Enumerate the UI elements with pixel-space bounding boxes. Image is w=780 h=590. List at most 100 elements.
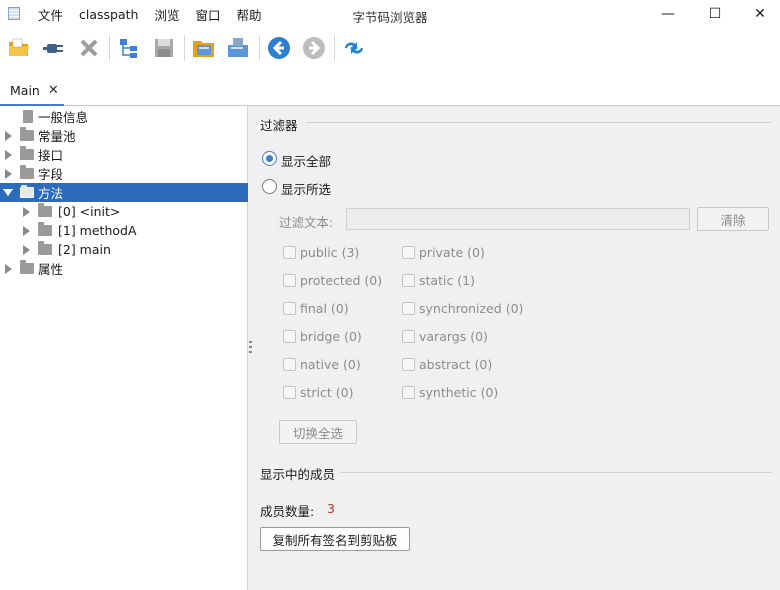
maximize-button[interactable]: ☐: [695, 0, 735, 28]
close-icon[interactable]: ✕: [48, 83, 59, 98]
public-label: public (3): [300, 245, 360, 260]
file-icon: [23, 110, 33, 123]
open-folder-icon: [20, 185, 34, 198]
expand-arrow-icon[interactable]: [5, 263, 12, 274]
protected-label: protected (0): [300, 273, 383, 288]
show-selected-radio[interactable]: [262, 179, 277, 194]
menu-window[interactable]: 窗口: [187, 5, 228, 24]
tree-item-method-methodA[interactable]: [1] methodA: [0, 221, 248, 240]
bridge-checkbox[interactable]: [283, 330, 296, 343]
private-checkbox[interactable]: [402, 246, 415, 259]
expand-arrow-icon[interactable]: [23, 225, 30, 236]
tree-item-label: [0] <init>: [58, 204, 121, 219]
tree-item-method-main[interactable]: [2] main: [0, 240, 248, 259]
tree-item-label: 属性: [38, 262, 64, 277]
synthetic-checkbox[interactable]: [402, 386, 415, 399]
minimize-button[interactable]: —: [648, 0, 688, 28]
tree-item-attributes[interactable]: 属性: [0, 259, 248, 278]
toolbar-separator: [334, 35, 335, 61]
final-label: final (0): [300, 301, 349, 316]
forward-icon[interactable]: [299, 33, 329, 63]
toolbar-separator: [184, 35, 185, 61]
remove-icon[interactable]: [74, 33, 104, 63]
tree-item-general-info[interactable]: 一般信息: [0, 107, 248, 126]
protected-checkbox[interactable]: [283, 274, 296, 287]
member-count-label: 成员数量:: [260, 504, 315, 519]
static-checkbox[interactable]: [402, 274, 415, 287]
save-icon[interactable]: [149, 33, 179, 63]
abstract-checkbox[interactable]: [402, 358, 415, 371]
native-label: native (0): [300, 357, 361, 372]
menu-classpath[interactable]: classpath: [71, 7, 146, 22]
section-divider: [306, 122, 772, 123]
tab-strip: Main ✕: [0, 68, 780, 106]
tab-main[interactable]: Main ✕: [0, 76, 64, 106]
strict-checkbox[interactable]: [283, 386, 296, 399]
tree-item-fields[interactable]: 字段: [0, 164, 248, 183]
synchronized-label: synchronized (0): [419, 301, 524, 316]
synchronized-checkbox[interactable]: [402, 302, 415, 315]
close-button[interactable]: ✕: [740, 0, 780, 28]
synthetic-label: synthetic (0): [419, 385, 499, 400]
strict-label: strict (0): [300, 385, 354, 400]
final-checkbox[interactable]: [283, 302, 296, 315]
tree-item-label: 接口: [38, 148, 64, 163]
tree-item-interfaces[interactable]: 接口: [0, 145, 248, 164]
plug-icon[interactable]: [39, 33, 69, 63]
folder-icon: [38, 241, 52, 255]
tree-item-method-init[interactable]: [0] <init>: [0, 202, 248, 221]
open-folder-icon[interactable]: [4, 33, 34, 63]
private-label: private (0): [419, 245, 485, 260]
tree-item-label: [1] methodA: [58, 223, 137, 238]
toolbar-separator: [109, 35, 110, 61]
abstract-label: abstract (0): [419, 357, 493, 372]
folder-icon: [20, 260, 34, 274]
show-all-radio[interactable]: [262, 151, 277, 166]
hierarchy-icon[interactable]: [114, 33, 144, 63]
section-divider: [340, 472, 772, 473]
folder-icon: [38, 203, 52, 217]
tree-item-label: 一般信息: [38, 110, 89, 125]
members-section-title: 显示中的成员: [260, 467, 336, 482]
refresh-icon[interactable]: [339, 33, 369, 63]
tree-item-constant-pool[interactable]: 常量池: [0, 126, 248, 145]
menu-bar: 文件 classpath 浏览 窗口 帮助: [30, 0, 270, 28]
tree-item-methods[interactable]: 方法: [0, 183, 248, 202]
toggle-all-button[interactable]: 切换全选: [279, 420, 357, 444]
expand-arrow-icon[interactable]: [5, 149, 12, 160]
expand-arrow-icon[interactable]: [5, 168, 12, 179]
show-selected-label: 显示所选: [281, 182, 332, 197]
tree-item-label: 字段: [38, 167, 64, 182]
toolbar-separator: [259, 35, 260, 61]
menu-help[interactable]: 帮助: [229, 5, 270, 24]
folder-icon: [20, 165, 34, 179]
member-count-value: 3: [327, 501, 335, 516]
filter-text-label: 过滤文本:: [279, 215, 334, 230]
expand-arrow-icon[interactable]: [5, 130, 12, 141]
public-checkbox[interactable]: [283, 246, 296, 259]
tree-item-label: 方法: [38, 186, 64, 201]
varargs-checkbox[interactable]: [402, 330, 415, 343]
tab-label: Main: [10, 82, 40, 98]
tree-item-label: 常量池: [38, 129, 76, 144]
menu-browse[interactable]: 浏览: [146, 5, 187, 24]
expand-arrow-icon[interactable]: [23, 206, 30, 217]
native-checkbox[interactable]: [283, 358, 296, 371]
expand-arrow-icon[interactable]: [23, 244, 30, 255]
app-icon: [8, 7, 20, 20]
back-icon[interactable]: [264, 33, 294, 63]
filter-text-input[interactable]: [346, 208, 690, 230]
menu-file[interactable]: 文件: [30, 5, 71, 24]
show-all-label: 显示全部: [281, 154, 332, 169]
copy-signatures-button[interactable]: 复制所有签名到剪贴板: [260, 527, 410, 551]
title-bar: 文件 classpath 浏览 窗口 帮助 字节码浏览器 — ☐ ✕: [0, 0, 780, 28]
folder-icon: [20, 146, 34, 160]
export-icon[interactable]: [224, 33, 254, 63]
toolbar: [0, 28, 780, 68]
filter-section-title: 过滤器: [260, 118, 298, 133]
class-tree: 一般信息 常量池 接口 字段 方法 [0] <init> [1] methodA…: [0, 106, 248, 590]
collapse-arrow-icon[interactable]: [3, 189, 13, 196]
open-archive-icon[interactable]: [189, 33, 219, 63]
clear-button[interactable]: 清除: [697, 207, 769, 231]
filter-panel: 过滤器 显示全部 显示所选 过滤文本: 清除 public (3) protec…: [252, 106, 780, 590]
